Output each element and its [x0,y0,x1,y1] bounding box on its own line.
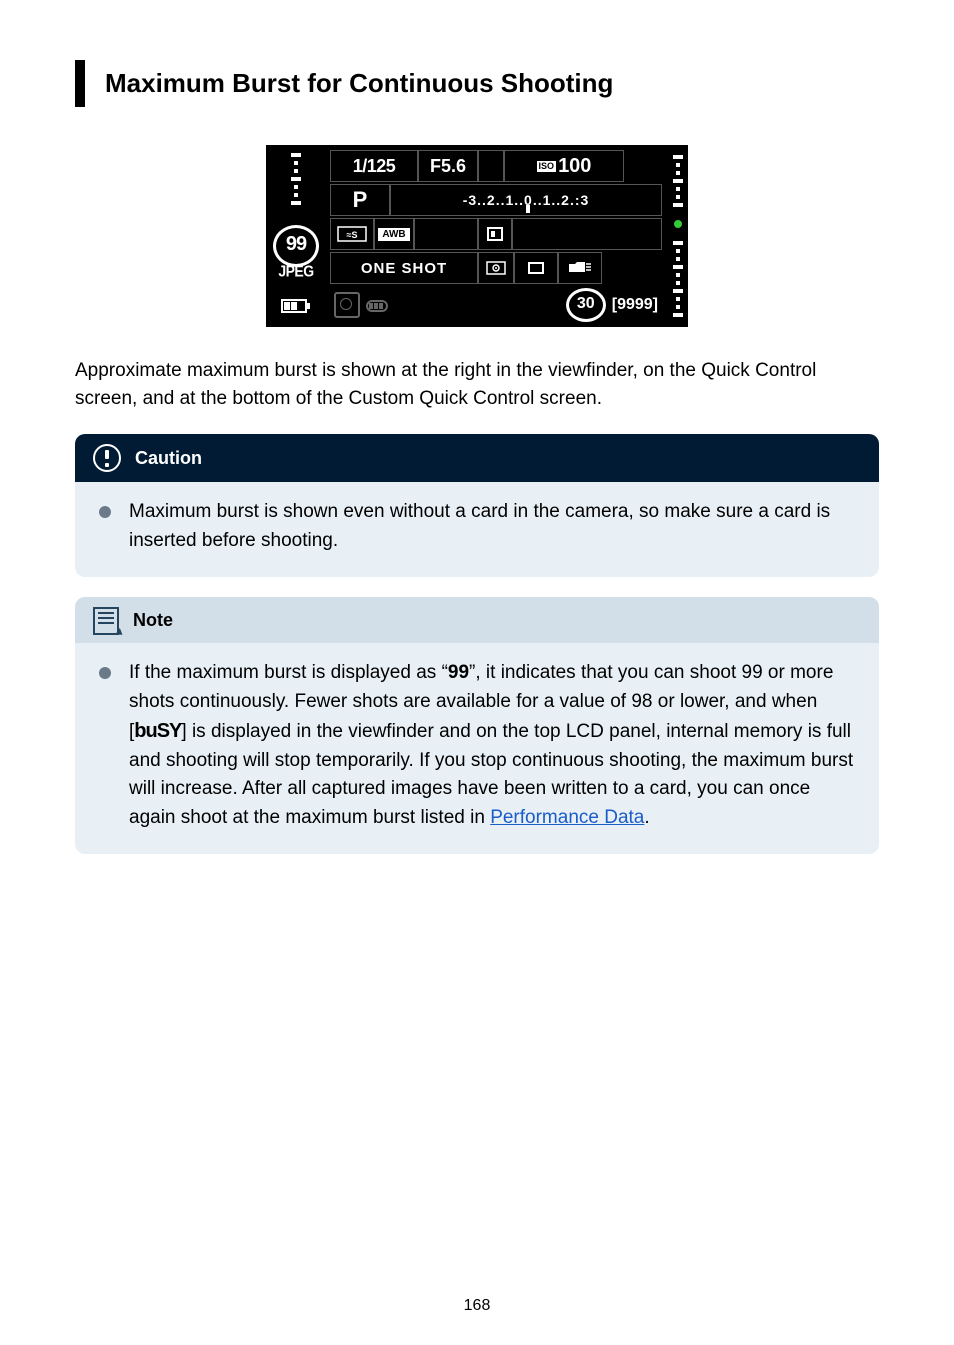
qc-af-mode: ONE SHOT [330,252,478,284]
busy-icon-text: buSY [134,720,181,742]
right-scale-panel [668,145,688,327]
qc-exposure-scale: -3..2..1..0..1..2.:3 [390,184,662,216]
viewfinder-format-label: JPEG [278,262,313,280]
wifi-icon [366,297,392,313]
qc-picture-style-icon: ≈S [330,218,374,250]
iso-badge-icon: ISO [537,161,557,172]
qc-q-icon [334,292,360,318]
qc-aperture: F5.6 [418,150,478,182]
heading-text: Maximum Burst for Continuous Shooting [105,60,613,107]
note-title: Note [133,610,173,631]
qc-blank3 [512,218,662,250]
note-99: 99 [448,662,469,683]
qc-blank2 [414,218,478,250]
qc-awb: AWB [374,218,414,250]
note-text-post: . [644,807,649,828]
qc-blank1 [478,150,504,182]
qc-metering-icon [478,252,514,284]
green-dot-icon [674,220,682,228]
note-callout: Note If the maximum burst is displayed a… [75,597,879,854]
viewfinder-burst-value: 99 [273,225,319,267]
qc-shutter: 1/125 [330,150,418,182]
qc-folder-icon [558,252,602,284]
body-paragraph: Approximate maximum burst is shown at th… [75,357,879,412]
caution-icon [93,444,121,472]
qc-iso: ISO 100 [504,150,624,182]
svg-text:≈S: ≈S [347,230,358,240]
qc-mode: P [330,184,390,216]
note-text-pre: If the maximum burst is displayed as “ [129,662,448,683]
performance-data-link[interactable]: Performance Data [490,807,644,828]
caution-header: Caution [75,434,879,482]
quick-control-screen: 1/125 F5.6 ISO 100 P -3..2..1..0..1..2.:… [326,145,668,327]
battery-icon [281,297,311,315]
page-number: 168 [0,1297,954,1315]
viewfinder-scale-top [291,151,301,207]
section-heading: Maximum Burst for Continuous Shooting [75,60,879,107]
qc-drive-icon [514,252,558,284]
awb-badge: AWB [378,228,409,241]
viewfinder-panel: 99 JPEG [266,145,326,327]
caution-title: Caution [135,448,202,469]
qc-auto-lighting-icon [478,218,512,250]
qc-shots-remaining: [9999] [612,296,658,314]
ev-indicator-icon [526,205,530,213]
qc-iso-value: 100 [558,155,591,178]
camera-display-figure: 99 JPEG 1/125 F5.6 [75,145,879,327]
caution-item: Maximum burst is shown even without a ca… [99,498,855,555]
note-header: Note [75,597,879,643]
qc-burst-circle: 30 [566,288,606,322]
note-icon [93,607,119,633]
caution-callout: Caution Maximum burst is shown even with… [75,434,879,577]
heading-accent-bar [75,60,85,107]
note-item: If the maximum burst is displayed as “99… [99,659,855,832]
